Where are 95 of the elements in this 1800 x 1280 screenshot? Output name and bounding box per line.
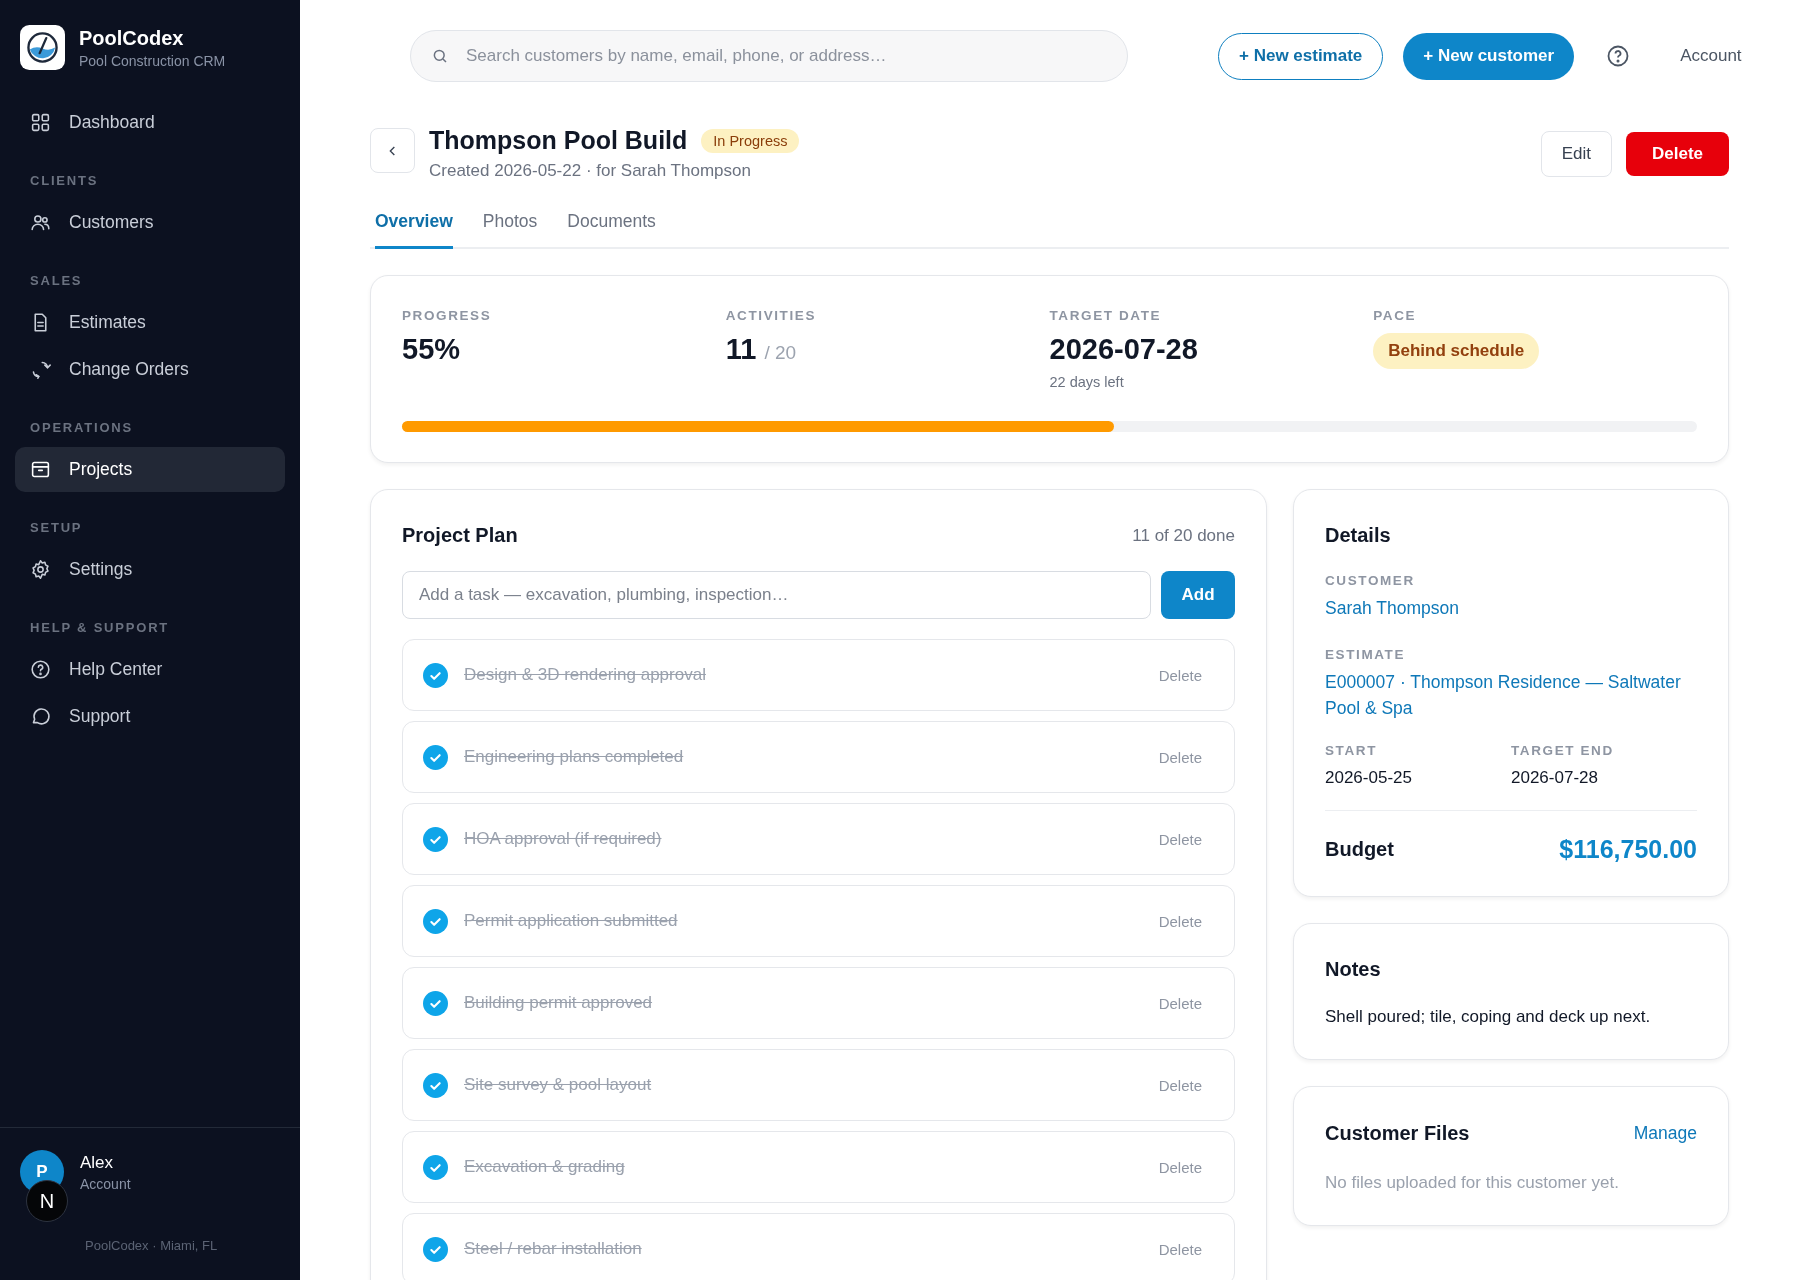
- checked-checkbox[interactable]: [423, 990, 448, 1016]
- activities-done: 11: [725, 333, 757, 366]
- task-input[interactable]: Add a task — excavation, plumbing, inspection…: [402, 571, 1151, 619]
- new-customer-button[interactable]: + New customer: [1403, 32, 1575, 80]
- card-title: Notes: [1325, 958, 1382, 982]
- section-heading: SETUP: [29, 519, 84, 537]
- status-badge: In Progress: [701, 128, 800, 153]
- users-icon: [30, 212, 51, 233]
- stat-label: ACTIVITIES: [725, 308, 817, 323]
- stat-label: PACE: [1373, 308, 1418, 323]
- checked-checkbox[interactable]: [423, 662, 448, 688]
- pace-badge: Behind schedule: [1373, 333, 1540, 369]
- card-title: Project Plan: [402, 524, 518, 547]
- field-label: START: [1325, 743, 1378, 759]
- account-link[interactable]: Account: [1680, 46, 1742, 66]
- grid-icon: [30, 112, 51, 133]
- nav-item[interactable]: Dashboard: [15, 100, 285, 145]
- field-label: CUSTOMER: [1325, 573, 1416, 588]
- section-heading: OPERATIONS: [29, 419, 134, 437]
- manage-link[interactable]: Manage: [1633, 1121, 1697, 1147]
- field-label: TARGET END: [1511, 743, 1615, 759]
- archive-icon: [30, 459, 51, 480]
- nav-item[interactable]: Settings: [15, 547, 285, 592]
- empty-message: No files uploaded for this customer yet.: [1325, 1172, 1620, 1193]
- project-meta: Created 2026-05-22 · for Sarah Thompson: [429, 161, 752, 181]
- task-label: Building permit approved: [464, 993, 654, 1013]
- checked-checkbox[interactable]: [423, 908, 448, 934]
- stat-label: PROGRESS: [402, 308, 493, 323]
- logo-icon: [20, 25, 65, 70]
- days-left: 22 days left: [1049, 374, 1125, 390]
- customer-link[interactable]: Sarah Thompson: [1325, 596, 1697, 622]
- arrows-icon: [30, 359, 51, 380]
- task-label: Steel / rebar installation: [464, 1239, 643, 1259]
- edit-button[interactable]: Edit: [1540, 130, 1612, 177]
- notes-text: Shell poured; tile, coping and deck up next.: [1325, 1007, 1652, 1028]
- done-count: 11 of 20 done: [1132, 525, 1235, 546]
- delete-link[interactable]: Delete: [1158, 748, 1202, 766]
- checked-checkbox[interactable]: [423, 744, 448, 770]
- settings-icon: [30, 559, 51, 580]
- task-label: Design & 3D rendering approval: [464, 665, 707, 685]
- card-title: Customer Files: [1325, 1122, 1470, 1146]
- new-estimate-button[interactable]: + New estimate: [1218, 32, 1384, 80]
- delete-link[interactable]: Delete: [1158, 830, 1202, 848]
- user-role: Account: [80, 1175, 131, 1192]
- budget-value: $116,750.00: [1559, 835, 1697, 865]
- search-icon: [431, 47, 449, 65]
- start-date: 2026-05-25: [1325, 768, 1413, 789]
- task-label: Engineering plans completed: [464, 747, 685, 767]
- nav-item[interactable]: Support: [15, 694, 285, 739]
- user-name: Alex: [80, 1152, 115, 1173]
- task-label: HOA approval (if required): [464, 829, 663, 849]
- end-date: 2026-07-28: [1511, 768, 1599, 789]
- delete-link[interactable]: Delete: [1158, 994, 1202, 1012]
- checked-checkbox[interactable]: [423, 1072, 448, 1098]
- estimate-link[interactable]: E000007 · Thompson Residence — Saltwater Pool & Spa: [1325, 670, 1697, 722]
- nav-item[interactable]: Help Center: [15, 647, 285, 692]
- add-button[interactable]: Add: [1161, 571, 1235, 619]
- stat-label: TARGET DATE: [1049, 308, 1163, 323]
- chat-icon: [30, 706, 51, 727]
- help-icon[interactable]: [1606, 44, 1631, 68]
- dev-badge[interactable]: N: [26, 1180, 68, 1222]
- nav-item[interactable]: Estimates: [15, 300, 285, 345]
- delete-link[interactable]: Delete: [1158, 912, 1202, 930]
- footer-text: PoolCodex · Miami, FL: [85, 1238, 218, 1253]
- tab[interactable]: Overview: [375, 203, 453, 249]
- brand-subtitle: Pool Construction CRM: [79, 52, 226, 69]
- delete-link[interactable]: Delete: [1158, 1240, 1202, 1258]
- task-label: Excavation & grading: [464, 1157, 626, 1177]
- project-title: Thompson Pool Build: [429, 126, 688, 155]
- tab[interactable]: Photos: [482, 203, 538, 249]
- brand-name: PoolCodex: [79, 26, 185, 50]
- search-field[interactable]: Search customers by name, email, phone, or address…: [410, 30, 1128, 82]
- progress-value: 55%: [402, 333, 461, 366]
- section-heading: SALES: [29, 272, 84, 290]
- task-label: Site survey & pool layout: [464, 1075, 653, 1095]
- card-title: Details: [1325, 524, 1392, 547]
- help-icon: [30, 659, 51, 680]
- nav-item[interactable]: Change Orders: [15, 347, 285, 392]
- checked-checkbox[interactable]: [423, 826, 448, 852]
- checked-checkbox[interactable]: [423, 1154, 448, 1180]
- delete-link[interactable]: Delete: [1158, 666, 1202, 684]
- section-heading: HELP & SUPPORT: [29, 619, 171, 637]
- budget-label: Budget: [1325, 838, 1394, 862]
- checked-checkbox[interactable]: [423, 1236, 448, 1262]
- delete-link[interactable]: Delete: [1158, 1158, 1202, 1176]
- delete-button[interactable]: Delete: [1625, 131, 1729, 176]
- task-label: Permit application submitted: [464, 911, 679, 931]
- nav-item[interactable]: Projects: [15, 447, 285, 492]
- nav-item[interactable]: Customers: [15, 200, 285, 245]
- tab[interactable]: Documents: [567, 203, 656, 249]
- activities-total: / 20: [764, 342, 797, 364]
- target-date: 2026-07-28: [1049, 333, 1198, 366]
- section-heading: CLIENTS: [29, 172, 100, 190]
- field-label: ESTIMATE: [1325, 647, 1407, 663]
- delete-link[interactable]: Delete: [1158, 1076, 1202, 1094]
